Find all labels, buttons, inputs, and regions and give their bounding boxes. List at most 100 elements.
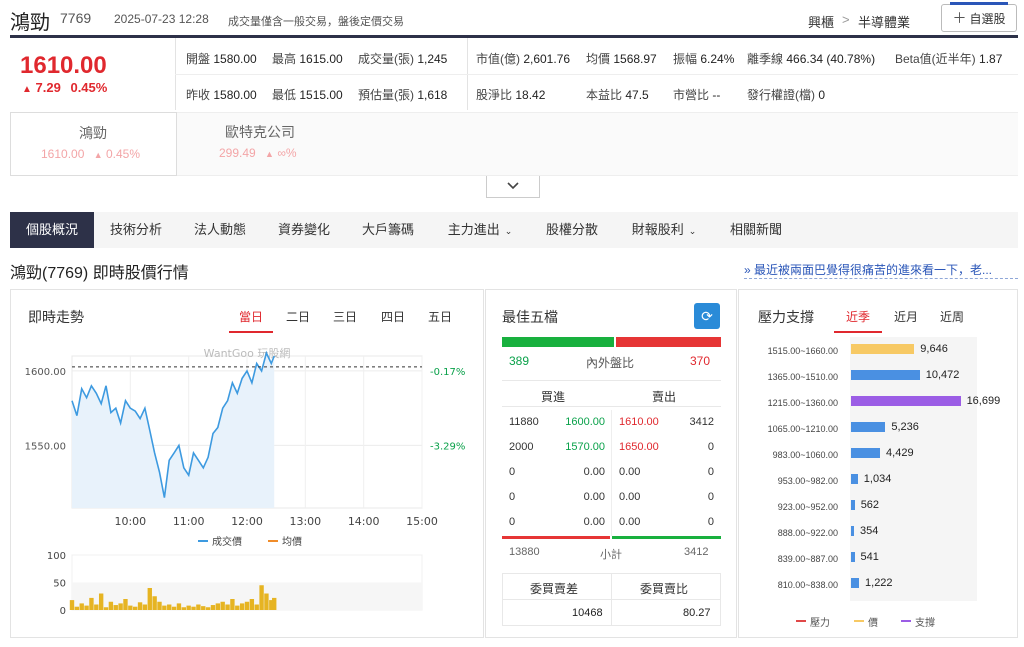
ask-price: 0.00 bbox=[619, 491, 641, 503]
volume-bar bbox=[205, 607, 211, 610]
related-card-self[interactable]: 鴻勁 1610.00 ▲ 0.45% bbox=[10, 112, 177, 176]
tab-2[interactable]: 技術分析 bbox=[94, 212, 178, 248]
quote-field: 最低 1515.00 bbox=[272, 86, 343, 103]
tab-3[interactable]: 法人動態 bbox=[178, 212, 262, 248]
support-range-label: 983.00~1060.00 bbox=[772, 450, 838, 460]
support-bar bbox=[851, 500, 855, 510]
volume-bar bbox=[128, 605, 133, 610]
support-range-label: 1065.00~1210.00 bbox=[767, 424, 838, 434]
industry-link[interactable]: 半導體業 bbox=[858, 12, 910, 31]
range-tab[interactable]: 五日 bbox=[428, 308, 452, 325]
support-range-label: 1515.00~1660.00 bbox=[767, 346, 838, 356]
x-tick-label: 13:00 bbox=[289, 515, 321, 528]
trend-chart: WantGoo 玩股網 1600.00 1550.00 -0.17% -3.29% 10:… bbox=[25, 346, 466, 617]
volume-bar bbox=[225, 604, 230, 610]
refresh-button[interactable]: ⟳ bbox=[694, 303, 720, 329]
tab-label: 資券變化 bbox=[277, 222, 330, 237]
chevron-down-icon bbox=[507, 181, 519, 193]
bid-total-bar bbox=[502, 536, 610, 539]
add-watchlist-button[interactable]: ＋ 自選股 bbox=[941, 2, 1017, 32]
watchlist-label: 自選股 bbox=[969, 11, 1006, 26]
related-card-autodesk[interactable]: 歐特克公司 299.49 ▲ ∞% bbox=[177, 112, 343, 176]
news-ticker-link[interactable]: » 最近被兩面巴覺得很痛苦的進來看一下，老... bbox=[744, 261, 1018, 278]
y-tick-label: 1600.00 bbox=[25, 367, 66, 378]
legend-swatch bbox=[854, 620, 864, 622]
expand-button[interactable] bbox=[486, 176, 540, 198]
quote-field: 昨收 1580.00 bbox=[186, 86, 257, 103]
volume-bar bbox=[249, 599, 255, 610]
quote-label: 市值(億) bbox=[476, 52, 524, 66]
ask-qty: 3412 bbox=[689, 416, 714, 428]
quote-value: 1,618 bbox=[417, 88, 448, 102]
quote-label: 均價 bbox=[586, 52, 614, 66]
range-tab[interactable]: 四日 bbox=[381, 308, 405, 325]
up-arrow-icon: ▲ bbox=[93, 150, 103, 160]
quote-value: 6.24% bbox=[700, 52, 735, 66]
divider bbox=[502, 599, 721, 600]
quote-value: 1568.97 bbox=[613, 52, 657, 66]
tab-label: 大戶籌碼 bbox=[361, 222, 414, 237]
market-link[interactable]: 興櫃 bbox=[808, 12, 834, 31]
tab-label: 技術分析 bbox=[109, 222, 162, 237]
range-tab[interactable]: 三日 bbox=[333, 308, 357, 325]
volume-bar bbox=[89, 597, 94, 610]
range-tab[interactable]: 二日 bbox=[286, 308, 310, 325]
quote-label: 預估量(張) bbox=[358, 88, 418, 102]
support-tab[interactable]: 近月 bbox=[894, 308, 918, 325]
bid-price: 0.00 bbox=[583, 491, 605, 503]
volume-bar bbox=[94, 604, 99, 610]
divider bbox=[175, 74, 1018, 75]
volume-bar bbox=[244, 601, 250, 610]
inner-volume: 389 bbox=[509, 354, 530, 368]
tab-7[interactable]: 股權分散 bbox=[530, 212, 614, 248]
quote-field: 市營比 -- bbox=[673, 86, 720, 103]
volume-bar bbox=[176, 603, 182, 610]
legend-label: 壓力 bbox=[810, 618, 830, 629]
volume-bar bbox=[254, 604, 259, 610]
support-tab[interactable]: 近季 bbox=[846, 308, 870, 325]
support-bar-value: 5,236 bbox=[891, 421, 919, 433]
volume-bar bbox=[230, 599, 235, 610]
chevron-down-icon: ⌄ bbox=[504, 226, 513, 236]
quote-label: 最低 bbox=[272, 88, 300, 102]
support-bar-value: 562 bbox=[860, 499, 880, 511]
tab-4[interactable]: 資券變化 bbox=[262, 212, 346, 248]
quote-field: 開盤 1580.00 bbox=[186, 50, 257, 67]
quote-field: 股淨比 18.42 bbox=[476, 86, 545, 103]
support-bar bbox=[851, 344, 915, 354]
tab-label: 個股概況 bbox=[25, 222, 78, 237]
support-title: 壓力支撐 bbox=[758, 309, 814, 325]
volume-bar bbox=[162, 605, 167, 610]
col-sell: 賣出 bbox=[652, 390, 677, 404]
support-tab[interactable]: 近周 bbox=[940, 308, 964, 325]
right-tick-label: -3.29% bbox=[430, 441, 465, 452]
support-range-label: 1215.00~1360.00 bbox=[767, 398, 838, 408]
ask-qty: 0 bbox=[707, 516, 714, 528]
bid-qty: 0 bbox=[509, 516, 516, 528]
quote-field: 本益比 47.5 bbox=[586, 86, 649, 103]
support-bar-value: 10,472 bbox=[925, 369, 960, 381]
quote-label: 發行權證(檔) bbox=[747, 88, 819, 102]
tab-1[interactable]: 個股概況 bbox=[10, 212, 94, 248]
page-title: 鴻勁(7769) 即時股價行情 bbox=[10, 265, 189, 282]
tab-5[interactable]: 大戶籌碼 bbox=[346, 212, 430, 248]
tab-6[interactable]: 主力進出 ⌄ bbox=[430, 212, 530, 248]
support-range-label: 888.00~922.00 bbox=[777, 528, 838, 538]
bid-price: 0.00 bbox=[583, 516, 605, 528]
support-bar bbox=[851, 474, 858, 484]
change-percent: 0.45% bbox=[70, 80, 108, 95]
quote-value: 466.34 (40.78%) bbox=[786, 52, 876, 66]
volume-bar bbox=[181, 607, 186, 610]
ask-price: 0.00 bbox=[619, 466, 641, 478]
tab-8[interactable]: 財報股利 ⌄ bbox=[614, 212, 714, 248]
support-bar bbox=[851, 578, 860, 588]
volume-bar bbox=[171, 606, 177, 610]
support-bar bbox=[851, 526, 854, 536]
volume-bar bbox=[167, 604, 172, 610]
volume-bar bbox=[210, 605, 216, 610]
diff-label: 委買賣差 bbox=[530, 582, 579, 596]
tab-label: 主力進出 bbox=[447, 222, 500, 237]
tab-9[interactable]: 相關新聞 bbox=[714, 212, 798, 248]
volume-bar bbox=[74, 606, 80, 610]
range-tab[interactable]: 當日 bbox=[239, 308, 263, 325]
